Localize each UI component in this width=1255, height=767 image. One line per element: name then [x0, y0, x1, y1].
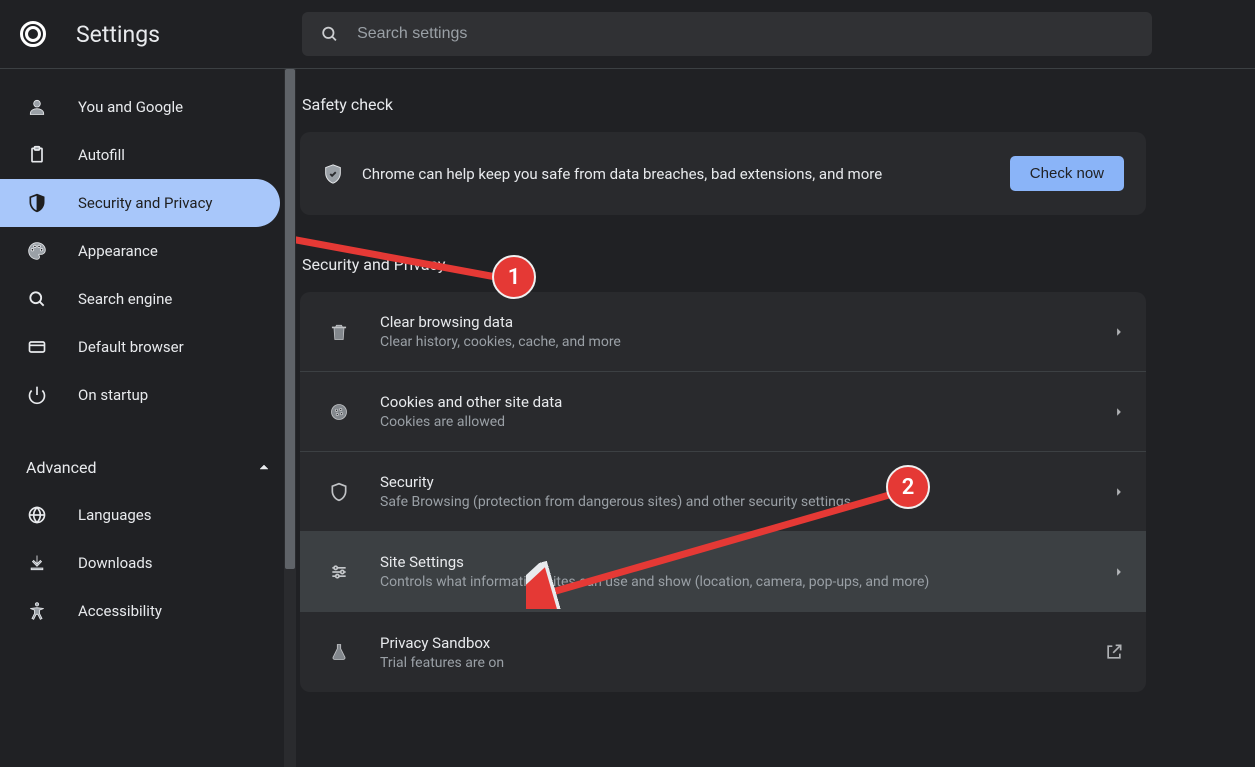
annotation-step-2: 2	[886, 465, 930, 509]
clipboard-icon	[26, 145, 48, 165]
row-site-settings[interactable]: Site Settings Controls what information …	[300, 532, 1146, 612]
sidebar: You and Google Autofill Security and Pri…	[0, 69, 296, 767]
sidebar-item-default-browser[interactable]: Default browser	[0, 323, 280, 371]
sidebar-item-accessibility[interactable]: Accessibility	[0, 587, 280, 635]
sidebar-item-label: Appearance	[78, 242, 158, 260]
trash-icon	[328, 322, 350, 342]
person-icon	[26, 97, 48, 117]
safety-check-card: Chrome can help keep you safe from data …	[300, 132, 1146, 215]
shield-icon	[328, 482, 350, 502]
sidebar-item-label: Autofill	[78, 146, 125, 164]
row-sub: Safe Browsing (protection from dangerous…	[380, 494, 1114, 510]
row-body: Cookies and other site data Cookies are …	[380, 393, 1114, 430]
sidebar-item-label: Default browser	[78, 338, 184, 356]
sidebar-item-on-startup[interactable]: On startup	[0, 371, 280, 419]
row-body: Site Settings Controls what information …	[380, 553, 1114, 590]
download-icon	[26, 553, 48, 573]
sidebar-item-label: On startup	[78, 386, 148, 404]
row-title: Site Settings	[380, 553, 1114, 571]
verified-shield-icon	[322, 163, 344, 185]
shield-icon	[26, 193, 48, 213]
row-sub: Cookies are allowed	[380, 414, 1114, 430]
safety-check-text: Chrome can help keep you safe from data …	[362, 165, 1010, 183]
open-in-new-icon	[1104, 642, 1124, 662]
sidebar-advanced-label: Advanced	[26, 458, 97, 477]
sidebar-item-security-privacy[interactable]: Security and Privacy	[0, 179, 280, 227]
sidebar-item-label: Accessibility	[78, 602, 162, 620]
cookie-icon	[328, 402, 350, 422]
browser-icon	[26, 337, 48, 357]
row-title: Cookies and other site data	[380, 393, 1114, 411]
row-title: Security	[380, 473, 1114, 491]
sidebar-scrollbar-thumb[interactable]	[285, 69, 295, 569]
chevron-right-icon	[1114, 487, 1124, 497]
sidebar-item-downloads[interactable]: Downloads	[0, 539, 280, 587]
search-icon	[320, 24, 339, 44]
row-sub: Trial features are on	[380, 655, 1104, 671]
sidebar-scrollbar[interactable]	[284, 69, 296, 767]
row-body: Clear browsing data Clear history, cooki…	[380, 313, 1114, 350]
sidebar-item-label: You and Google	[78, 98, 183, 116]
tune-icon	[328, 562, 350, 582]
row-title: Clear browsing data	[380, 313, 1114, 331]
row-sub: Controls what information sites can use …	[380, 574, 1114, 590]
check-now-button[interactable]: Check now	[1010, 156, 1124, 191]
row-security[interactable]: Security Safe Browsing (protection from …	[300, 452, 1146, 532]
privacy-heading: Security and Privacy	[300, 255, 1146, 274]
sidebar-item-label: Search engine	[78, 290, 172, 308]
sidebar-item-languages[interactable]: Languages	[0, 491, 280, 539]
sidebar-advanced-toggle[interactable]: Advanced	[0, 443, 296, 491]
header: Settings	[0, 0, 1255, 69]
row-title: Privacy Sandbox	[380, 634, 1104, 652]
row-cookies[interactable]: Cookies and other site data Cookies are …	[300, 372, 1146, 452]
power-icon	[26, 385, 48, 405]
sidebar-item-label: Downloads	[78, 554, 153, 572]
privacy-panel: Clear browsing data Clear history, cooki…	[300, 292, 1146, 692]
palette-icon	[26, 241, 48, 261]
sidebar-item-label: Security and Privacy	[78, 194, 213, 212]
sidebar-item-autofill[interactable]: Autofill	[0, 131, 280, 179]
safety-check-heading: Safety check	[300, 95, 1146, 114]
accessibility-icon	[26, 601, 48, 621]
sidebar-item-label: Languages	[78, 506, 152, 524]
annotation-step-1: 1	[492, 255, 536, 299]
chrome-logo-icon	[20, 21, 46, 47]
chevron-right-icon	[1114, 327, 1124, 337]
row-sub: Clear history, cookies, cache, and more	[380, 334, 1114, 350]
flask-icon	[328, 642, 350, 662]
row-body: Privacy Sandbox Trial features are on	[380, 634, 1104, 671]
row-body: Security Safe Browsing (protection from …	[380, 473, 1114, 510]
search-icon	[26, 289, 48, 309]
chevron-right-icon	[1114, 407, 1124, 417]
chevron-right-icon	[1114, 567, 1124, 577]
row-privacy-sandbox[interactable]: Privacy Sandbox Trial features are on	[300, 612, 1146, 692]
chevron-up-icon	[258, 461, 270, 473]
page-title: Settings	[76, 21, 302, 48]
sidebar-item-you-and-google[interactable]: You and Google	[0, 83, 280, 131]
sidebar-item-search-engine[interactable]: Search engine	[0, 275, 280, 323]
search-settings-input-wrap[interactable]	[302, 12, 1152, 56]
content: Safety check Chrome can help keep you sa…	[296, 69, 1255, 767]
globe-icon	[26, 505, 48, 525]
sidebar-item-appearance[interactable]: Appearance	[0, 227, 280, 275]
search-settings-input[interactable]	[357, 25, 1134, 43]
row-clear-browsing-data[interactable]: Clear browsing data Clear history, cooki…	[300, 292, 1146, 372]
